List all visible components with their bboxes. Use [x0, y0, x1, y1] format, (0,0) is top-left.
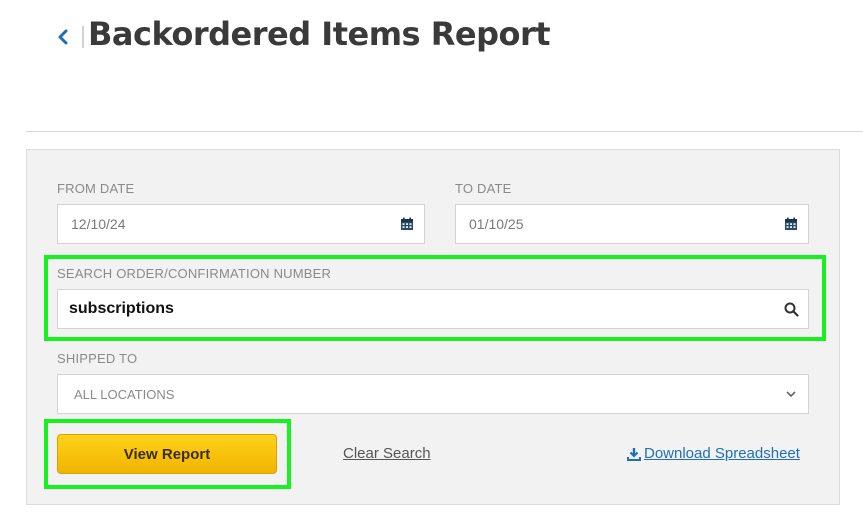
from-date-value: 12/10/24 [71, 216, 126, 232]
to-date-value: 01/10/25 [469, 216, 524, 232]
chevron-left-icon [58, 29, 68, 45]
to-date-field[interactable]: 01/10/25 [455, 204, 809, 244]
header-divider [26, 131, 863, 132]
view-report-button[interactable]: View Report [57, 434, 277, 474]
shipped-to-dropdown-toggle[interactable] [774, 390, 808, 398]
search-button[interactable] [774, 302, 808, 317]
from-date-label: FROM DATE [57, 181, 135, 196]
report-page: Backordered Items Report FROM DATE 12/10… [0, 0, 863, 524]
clear-search-link[interactable]: Clear Search [343, 445, 431, 462]
chevron-down-icon [786, 391, 796, 398]
back-button[interactable] [52, 24, 74, 50]
shipped-to-select[interactable]: ALL LOCATIONS [57, 374, 809, 414]
calendar-icon [785, 217, 797, 230]
search-input[interactable]: subscriptions [57, 289, 809, 329]
search-label: SEARCH ORDER/CONFIRMATION NUMBER [57, 266, 332, 281]
shipped-to-selected-value: ALL LOCATIONS [74, 386, 175, 402]
calendar-icon [401, 217, 413, 230]
to-date-label: TO DATE [455, 181, 512, 196]
search-input-value: subscriptions [69, 300, 174, 317]
download-spreadsheet-label: Download Spreadsheet [644, 445, 800, 462]
from-date-field[interactable]: 12/10/24 [57, 204, 425, 244]
shipped-to-label: SHIPPED TO [57, 351, 138, 366]
page-title: Backordered Items Report [88, 15, 551, 53]
search-icon [784, 302, 799, 317]
download-spreadsheet-link[interactable]: Download Spreadsheet [627, 445, 800, 462]
to-date-calendar-button[interactable] [774, 217, 808, 231]
from-date-calendar-button[interactable] [390, 217, 424, 231]
download-icon [627, 447, 641, 461]
title-divider [82, 26, 84, 48]
